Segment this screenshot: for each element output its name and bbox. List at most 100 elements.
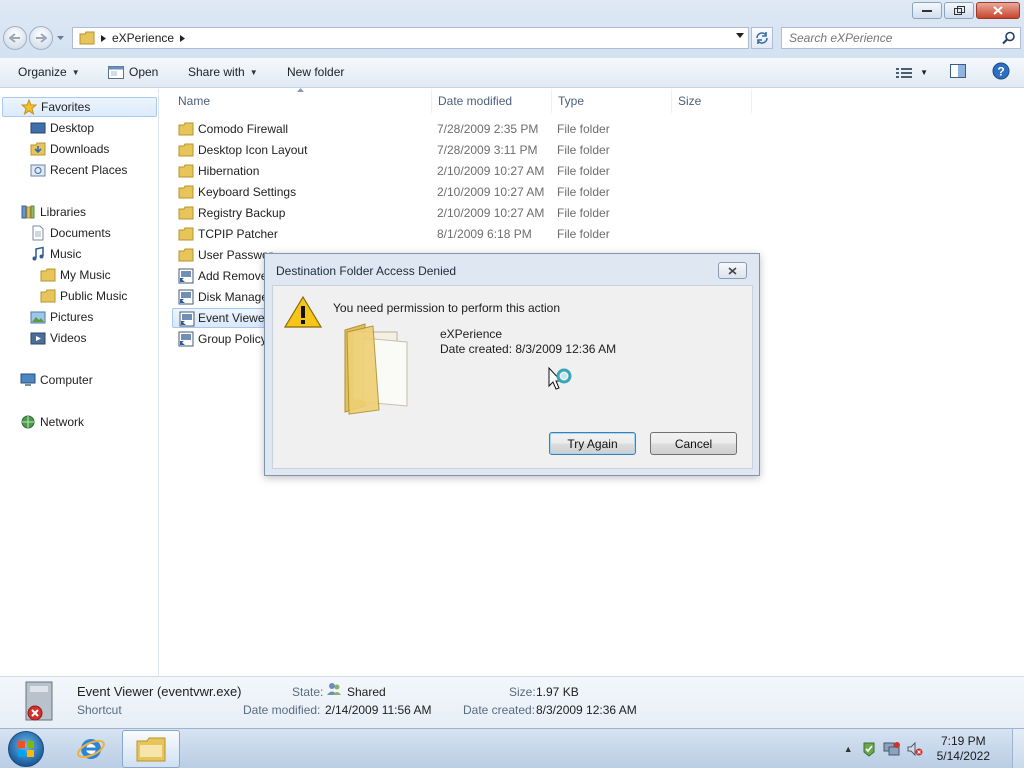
change-view-button[interactable]: ▼ [896,67,928,79]
nav-computer[interactable]: Computer [20,370,93,390]
taskbar-clock[interactable]: 7:19 PM 5/14/2022 [937,734,990,764]
organize-button[interactable]: Organize ▼ [18,65,80,79]
address-bar[interactable]: eXPerience [72,27,749,49]
table-row[interactable]: Registry Backup 2/10/2009 10:27 AM File … [172,203,772,223]
maximize-button[interactable] [944,2,974,19]
try-again-button[interactable]: Try Again [549,432,636,455]
folder-icon [178,206,194,220]
action-center-icon[interactable] [861,741,877,757]
dialog-close-button[interactable] [718,262,747,279]
show-hidden-icons-icon[interactable]: ▲ [844,744,853,754]
refresh-button[interactable] [751,27,773,49]
nav-my-music[interactable]: My Music [40,265,111,285]
back-arrow-icon [9,33,20,43]
nav-my-music-label: My Music [60,268,111,282]
system-tray: ▲ 7:19 PM 5/14/2022 [844,729,1024,768]
folder-icon [178,143,194,157]
chevron-down-icon [56,36,64,40]
taskbar-windows-explorer[interactable] [122,730,180,768]
nav-pictures[interactable]: Pictures [30,307,93,327]
open-button[interactable]: Open [108,65,158,79]
table-row[interactable]: TCPIP Patcher 8/1/2009 6:18 PM File fold… [172,224,772,244]
dialog-folder-name: eXPerience [440,327,503,341]
column-date-label: Date modified [438,94,513,108]
nav-libraries-label: Libraries [40,205,87,219]
minimize-icon [922,9,932,12]
column-name-label: Name [178,94,211,108]
nav-desktop-label: Desktop [50,121,95,135]
preview-pane-button[interactable] [950,64,966,81]
network-status-icon[interactable] [883,741,901,757]
table-row[interactable]: Keyboard Settings 2/10/2009 10:27 AM Fil… [172,182,772,202]
file-name: Disk Manage [198,290,269,304]
search-box[interactable] [781,27,1021,49]
nav-videos[interactable]: Videos [30,328,86,348]
cancel-button[interactable]: Cancel [650,432,737,455]
window-title-bar: eXPerience [0,0,1024,58]
nav-desktop[interactable]: Desktop [30,118,94,138]
downloads-folder-icon [30,142,46,156]
view-controls: ▼ ? [896,62,1024,83]
column-header-type[interactable]: Type [552,89,672,113]
chevron-down-icon[interactable] [736,33,744,38]
new-folder-label: New folder [287,65,345,79]
nav-network[interactable]: Network [20,412,84,432]
nav-downloads[interactable]: Downloads [30,139,109,159]
details-size-label: Size: [509,685,536,699]
share-with-button[interactable]: Share with ▼ [188,65,258,79]
show-desktop-button[interactable] [1012,729,1024,768]
preview-pane-icon [950,64,966,78]
folder-icon [40,268,56,282]
file-date: 7/28/2009 2:35 PM [437,122,539,136]
help-button[interactable]: ? [992,62,1010,83]
nav-favorites[interactable]: Favorites [2,97,157,117]
organize-label: Organize [18,65,67,79]
search-input[interactable] [789,31,999,45]
column-header-date-modified[interactable]: Date modified [432,89,552,113]
chevron-right-icon[interactable] [101,34,106,42]
table-row-selected[interactable]: Event Viewe [172,308,268,328]
file-type: File folder [557,185,610,199]
shortcut-icon [178,289,194,305]
event-viewer-icon [25,681,53,721]
restore-icon [953,6,965,15]
recent-pages-button[interactable] [55,26,65,50]
share-with-label: Share with [188,65,245,79]
file-name: Desktop Icon Layout [198,143,308,157]
search-icon[interactable] [1002,31,1016,45]
table-row[interactable]: Comodo Firewall 7/28/2009 2:35 PM File f… [172,119,772,139]
close-icon [993,6,1003,15]
taskbar-internet-explorer[interactable] [62,730,120,768]
file-type: File folder [557,206,610,220]
column-header-name[interactable]: Name [172,88,432,113]
details-pane: Event Viewer (eventvwr.exe) Shortcut Sta… [0,676,1024,728]
minimize-button[interactable] [912,2,942,19]
new-folder-button[interactable]: New folder [287,65,344,79]
nav-recent-places[interactable]: Recent Places [30,160,127,180]
column-header-size[interactable]: Size [672,89,752,113]
details-size-value: 1.97 KB [536,685,579,699]
table-row[interactable]: Hibernation 2/10/2009 10:27 AM File fold… [172,161,772,181]
desktop-icon [30,122,46,134]
breadcrumb-item[interactable]: eXPerience [112,31,174,45]
breadcrumb: eXPerience [79,31,186,45]
close-button[interactable] [976,2,1020,19]
nav-downloads-label: Downloads [50,142,110,156]
star-icon [21,99,37,115]
chevron-right-icon[interactable] [180,34,186,42]
nav-music[interactable]: Music [30,244,81,264]
folder-icon [344,323,408,415]
nav-public-music[interactable]: Public Music [40,286,127,306]
nav-documents[interactable]: Documents [30,223,111,243]
nav-public-music-label: Public Music [60,289,128,303]
table-row[interactable]: Desktop Icon Layout 7/28/2009 3:11 PM Fi… [172,140,772,160]
details-created-value: 8/3/2009 12:36 AM [536,703,637,717]
volume-muted-icon[interactable] [907,741,923,757]
network-icon [21,415,35,429]
forward-button[interactable] [29,26,53,50]
chevron-down-icon: ▼ [71,67,80,77]
start-button[interactable] [8,731,44,767]
nav-libraries[interactable]: Libraries [20,202,86,222]
close-icon [728,266,737,275]
back-button[interactable] [3,26,27,50]
